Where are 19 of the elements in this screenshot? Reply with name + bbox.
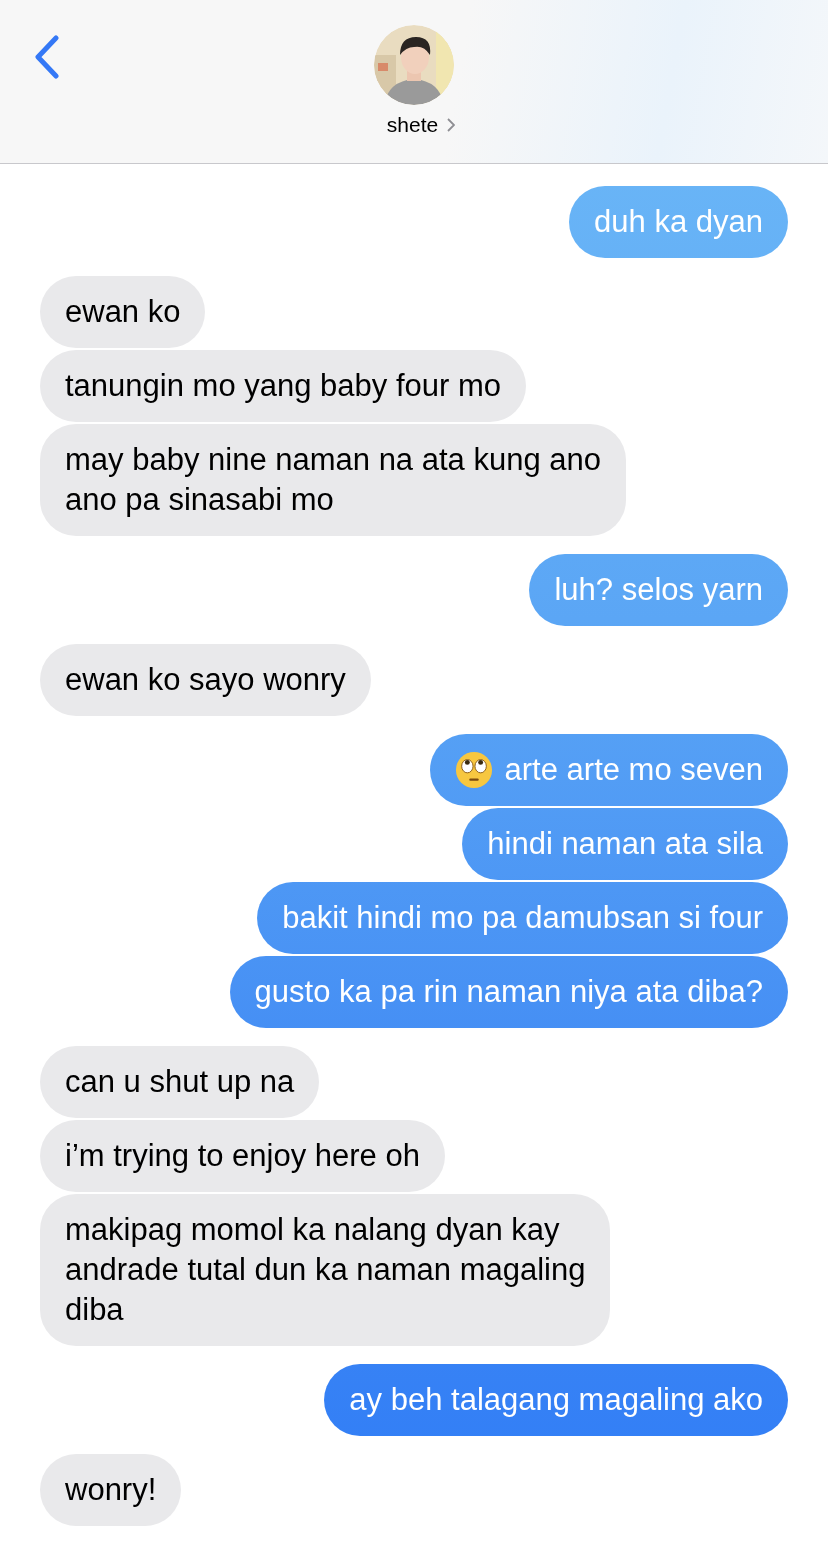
message-text: may baby nine naman na ata kung ano ano pa sinasabi mo	[65, 441, 601, 519]
back-icon[interactable]	[34, 35, 60, 79]
message-text: arte arte mo seven	[504, 751, 763, 789]
message-text: duh ka dyan	[594, 203, 763, 241]
message-text: ewan ko sayo wonry	[65, 661, 346, 699]
message-text: gusto ka pa rin naman niya ata diba?	[254, 973, 763, 1011]
message-text: can u shut up na	[65, 1063, 295, 1101]
message-text: luh? selos yarn	[554, 571, 763, 609]
message-text: wonry!	[65, 1471, 157, 1509]
message-text: bakit hindi mo pa damubsan si four	[282, 899, 763, 937]
message-text: makipag momol ka nalang dyan kay andrade tutal dun ka naman magaling diba	[65, 1211, 586, 1329]
chevron-right-icon	[447, 118, 456, 132]
eye-roll-emoji-icon	[454, 751, 493, 789]
message-text: ay beh talagang magaling ako	[349, 1381, 763, 1419]
message-text: tanungin mo yang baby four mo	[65, 367, 501, 405]
message-text: hindi naman ata sila	[487, 825, 763, 863]
contact-name-button[interactable]: shete	[372, 113, 456, 137]
message-text: i’m trying to enjoy here oh	[65, 1137, 420, 1175]
message-text: ewan ko	[65, 293, 181, 331]
